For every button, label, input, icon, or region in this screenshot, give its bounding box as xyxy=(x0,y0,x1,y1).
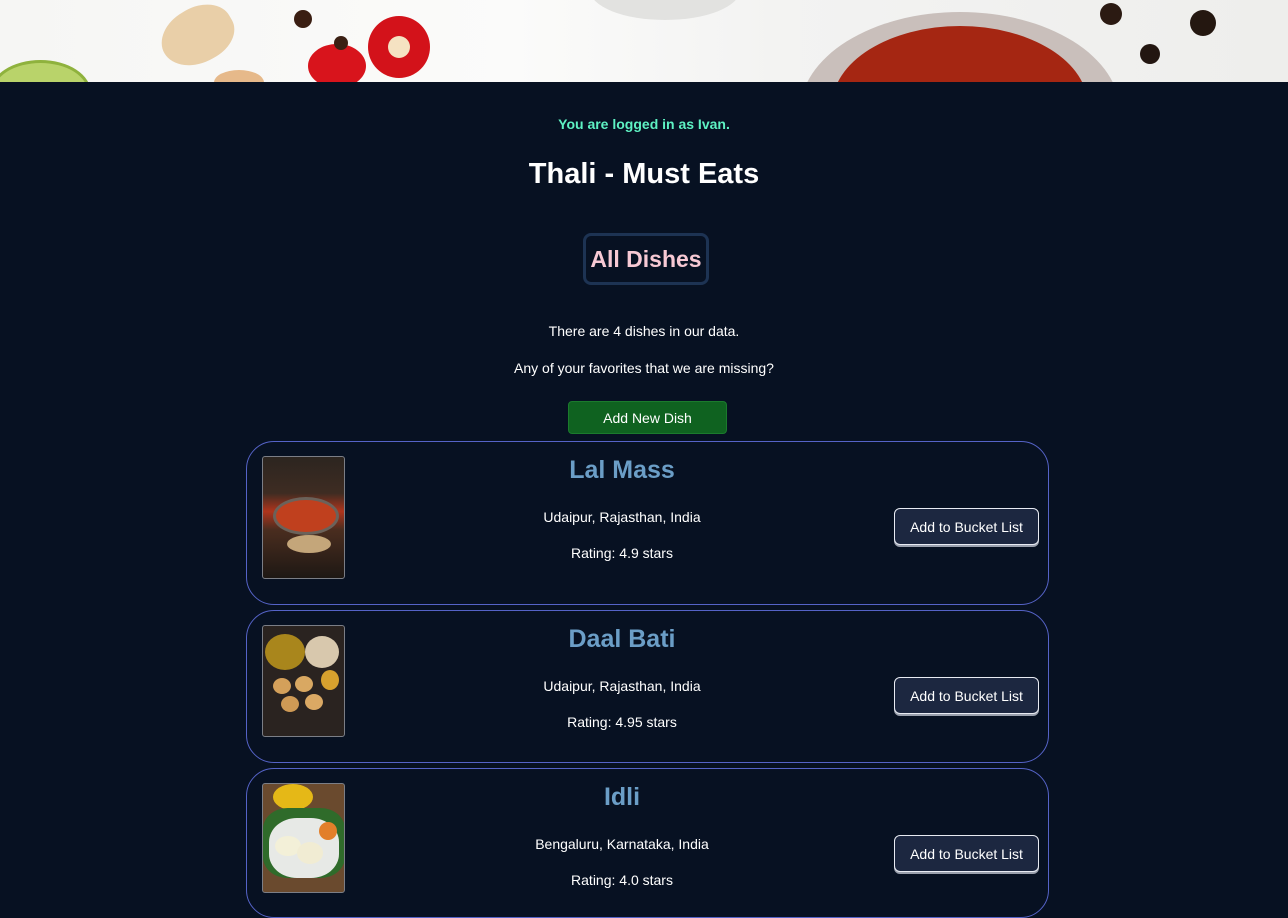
add-to-bucket-list-button[interactable]: Add to Bucket List xyxy=(894,508,1039,545)
dish-card: Lal Mass Udaipur, Rajasthan, India Ratin… xyxy=(246,441,1049,605)
dish-card: Idli Bengaluru, Karnataka, India Rating:… xyxy=(246,768,1049,918)
spice-bowl xyxy=(800,12,1120,82)
pepper-corn xyxy=(334,36,348,50)
pepper-corn xyxy=(294,10,312,28)
add-to-bucket-list-button[interactable]: Add to Bucket List xyxy=(894,677,1039,714)
dish-card: Daal Bati Udaipur, Rajasthan, India Rati… xyxy=(246,610,1049,763)
dish-location: Udaipur, Rajasthan, India xyxy=(543,509,701,525)
dish-location: Bengaluru, Karnataka, India xyxy=(535,836,709,852)
garlic-small xyxy=(214,70,264,82)
dish-name: Daal Bati xyxy=(568,625,676,653)
add-new-dish-button[interactable]: Add New Dish xyxy=(568,401,727,434)
dish-name: Lal Mass xyxy=(569,456,675,484)
main-content: You are logged in as Ivan. Thali - Must … xyxy=(0,82,1288,918)
dish-location: Udaipur, Rajasthan, India xyxy=(543,678,701,694)
add-to-bucket-list-button[interactable]: Add to Bucket List xyxy=(894,835,1039,872)
dish-name: Idli xyxy=(603,783,641,811)
bowl-shadow xyxy=(590,0,740,20)
missing-favorites-text: Any of your favorites that we are missin… xyxy=(514,360,774,376)
login-status: You are logged in as Ivan. xyxy=(558,116,730,132)
lime-slice xyxy=(0,60,91,82)
pepper-corn xyxy=(1140,44,1160,64)
all-dishes-heading: All Dishes xyxy=(583,233,709,285)
pepper-corn xyxy=(1190,10,1216,36)
pepper-corn xyxy=(1100,3,1122,25)
dish-rating: Rating: 4.0 stars xyxy=(571,872,673,888)
header-banner-image xyxy=(0,0,1288,82)
chili-slice xyxy=(308,44,366,82)
page-title: Thali - Must Eats xyxy=(528,158,760,190)
dish-count-text: There are 4 dishes in our data. xyxy=(548,323,740,339)
garlic-clove xyxy=(151,0,244,79)
dish-rating: Rating: 4.95 stars xyxy=(567,714,677,730)
dish-rating: Rating: 4.9 stars xyxy=(571,545,673,561)
chili-slice xyxy=(368,16,430,78)
